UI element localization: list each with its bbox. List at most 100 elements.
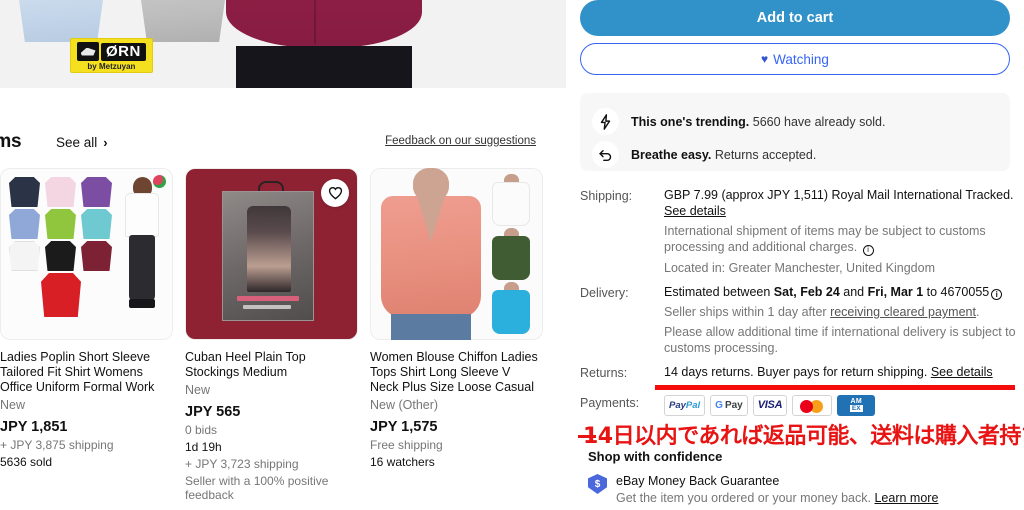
pack-text-line: [243, 305, 291, 309]
page-title: ems: [0, 131, 22, 152]
product-image-stockings[interactable]: [185, 168, 358, 340]
delivery-post: to 4670055: [923, 284, 990, 299]
handling-post: .: [975, 305, 980, 319]
returns-value: 14 days returns. Buyer pays for return s…: [664, 365, 1024, 381]
info-icon[interactable]: i: [991, 289, 1003, 300]
payment-methods: Pay Pal G Pay VISA AM EX: [664, 394, 1024, 416]
see-all-label: See all: [56, 135, 98, 150]
delivery-date-start: Sat, Feb 24: [773, 284, 840, 299]
product-image-shirts[interactable]: [0, 168, 173, 340]
pack-photo: [247, 206, 291, 292]
product-shipping: + JPY 3,723 shipping: [185, 457, 299, 471]
shipping-customs-note: International shipment of items may be s…: [664, 223, 1024, 256]
shirt-swatch: [41, 273, 81, 317]
product-price: JPY 565: [185, 404, 241, 420]
gallery-strip: ØRN by Metzuyan: [0, 0, 566, 88]
product-title[interactable]: Cuban Heel Plain Top Stockings Medium: [185, 350, 353, 380]
similar-items-header: ems See all › Feedback on our suggestion…: [0, 131, 566, 161]
model-torso: [226, 0, 422, 48]
payments-value: Pay Pal G Pay VISA AM EX: [664, 394, 1024, 416]
cleared-payment-link[interactable]: receiving cleared payment: [830, 305, 976, 319]
paypal-pal: Pal: [685, 399, 701, 411]
brand-name: ØRN: [101, 42, 146, 61]
shipping-customs-text: International shipment of items may be s…: [664, 224, 986, 254]
mastercard-icon[interactable]: [792, 394, 833, 416]
guarantee-desc: Get the item you ordered or your money b…: [616, 491, 938, 506]
variant-swatch: [492, 236, 530, 280]
list-item[interactable]: Cuban Heel Plain Top Stockings Medium Ne…: [185, 168, 366, 502]
variant-swatch: [492, 290, 530, 334]
promo-bold: Breathe easy.: [631, 147, 712, 162]
delivery-label: Delivery:: [580, 285, 629, 300]
feedback-link[interactable]: Feedback on our suggestions: [385, 135, 536, 147]
ebay-shield-icon: $: [588, 474, 607, 494]
brand-badge: ØRN by Metzuyan: [70, 38, 153, 73]
promo-rest: 5660 have already sold.: [749, 114, 886, 129]
amex-am: AM: [850, 398, 862, 405]
shirt-swatch: [45, 241, 76, 271]
product-seller-note: Seller with a 100% positive feedback: [185, 474, 329, 502]
variant-green: [484, 228, 538, 281]
lightning-bolt-icon: [592, 108, 619, 135]
paypal-icon[interactable]: Pay Pal: [664, 394, 706, 416]
returns-see-details-link[interactable]: See details: [931, 365, 993, 379]
pack-text-line: [237, 296, 299, 301]
handling-pre: Seller ships within 1 day after: [664, 305, 831, 319]
product-time-left: 1d 19h: [185, 440, 222, 454]
shipping-cost-text: GBP 7.99 (approx JPY 1,511) Royal Mail I…: [664, 188, 1014, 202]
shipping-label: Shipping:: [580, 189, 633, 203]
gallery-main-model-image[interactable]: [218, 0, 438, 88]
learn-more-link[interactable]: Learn more: [874, 491, 938, 505]
delivery-date-end: Fri, Mar 1: [867, 284, 924, 299]
gpay-g: G: [715, 399, 723, 411]
promo-text: Breathe easy. Returns accepted.: [631, 148, 816, 162]
info-icon[interactable]: i: [862, 244, 874, 256]
product-image-blouse[interactable]: [370, 168, 543, 340]
list-item[interactable]: Ladies Poplin Short Sleeve Tailored Fit …: [0, 168, 181, 502]
ebay-item-page: ØRN by Metzuyan ems See all › Feedback o…: [0, 0, 1024, 510]
product-shipping: + JPY 3,875 shipping: [0, 438, 114, 452]
returns-highlight-underline: [655, 385, 1015, 390]
promo-returns: Breathe easy. Returns accepted.: [592, 140, 998, 169]
chevron-right-icon: ›: [103, 135, 108, 150]
gallery-thumb-grey-shirt[interactable]: [140, 0, 226, 42]
promo-text: This one's trending. 5660 have already s…: [631, 115, 885, 129]
payments-row: Payments: Pay Pal G Pay VISA AM EX: [580, 394, 1024, 416]
product-bids: 0 bids: [185, 423, 218, 437]
model-top: [125, 193, 159, 237]
product-condition: New (Other): [370, 398, 439, 412]
shirt-swatch: [45, 209, 76, 239]
delivery-value: Estimated between Sat, Feb 24 and Fri, M…: [664, 285, 1024, 357]
heart-filled-icon: ♥: [761, 52, 769, 66]
returns-row: Returns: 14 days returns. Buyer pays for…: [580, 365, 1024, 381]
money-back-guarantee-row: $ eBay Money Back Guarantee Get the item…: [588, 474, 1018, 506]
gallery-thumb-blue-shirt[interactable]: [18, 0, 104, 42]
watching-label: Watching: [773, 51, 829, 67]
blouse-main-model: [377, 168, 487, 340]
model-pants: [236, 46, 412, 88]
shipping-value: GBP 7.99 (approx JPY 1,511) Royal Mail I…: [664, 188, 1024, 276]
product-shipping: Free shipping: [370, 438, 443, 452]
model-jeans: [391, 314, 471, 340]
returns-policy: 14 days returns. Buyer pays for return s…: [664, 365, 1024, 381]
watching-button[interactable]: ♥ Watching: [580, 43, 1010, 75]
see-all-link[interactable]: See all ›: [56, 135, 108, 150]
visa-text: VISA: [757, 399, 783, 411]
returns-text: 14 days returns. Buyer pays for return s…: [664, 365, 928, 379]
google-pay-icon[interactable]: G Pay: [710, 394, 748, 416]
variant-white: [484, 174, 538, 227]
amex-ex: EX: [849, 405, 863, 412]
visa-icon[interactable]: VISA: [752, 394, 788, 416]
add-to-cart-button[interactable]: Add to cart: [580, 0, 1010, 36]
blouse-color-variants: [484, 174, 538, 336]
heart-outline-icon[interactable]: [321, 179, 349, 207]
guarantee-desc-text: Get the item you ordered or your money b…: [616, 491, 871, 505]
amex-icon[interactable]: AM EX: [837, 394, 876, 416]
product-title[interactable]: Ladies Poplin Short Sleeve Tailored Fit …: [0, 350, 168, 395]
shipping-see-details-link[interactable]: See details: [664, 204, 726, 218]
product-title[interactable]: Women Blouse Chiffon Ladies Tops Shirt L…: [370, 350, 538, 395]
shirt-swatch: [81, 177, 112, 207]
pack-box: [222, 191, 314, 321]
list-item[interactable]: Women Blouse Chiffon Ladies Tops Shirt L…: [370, 168, 551, 502]
left-column: ØRN by Metzuyan ems See all › Feedback o…: [0, 0, 566, 510]
